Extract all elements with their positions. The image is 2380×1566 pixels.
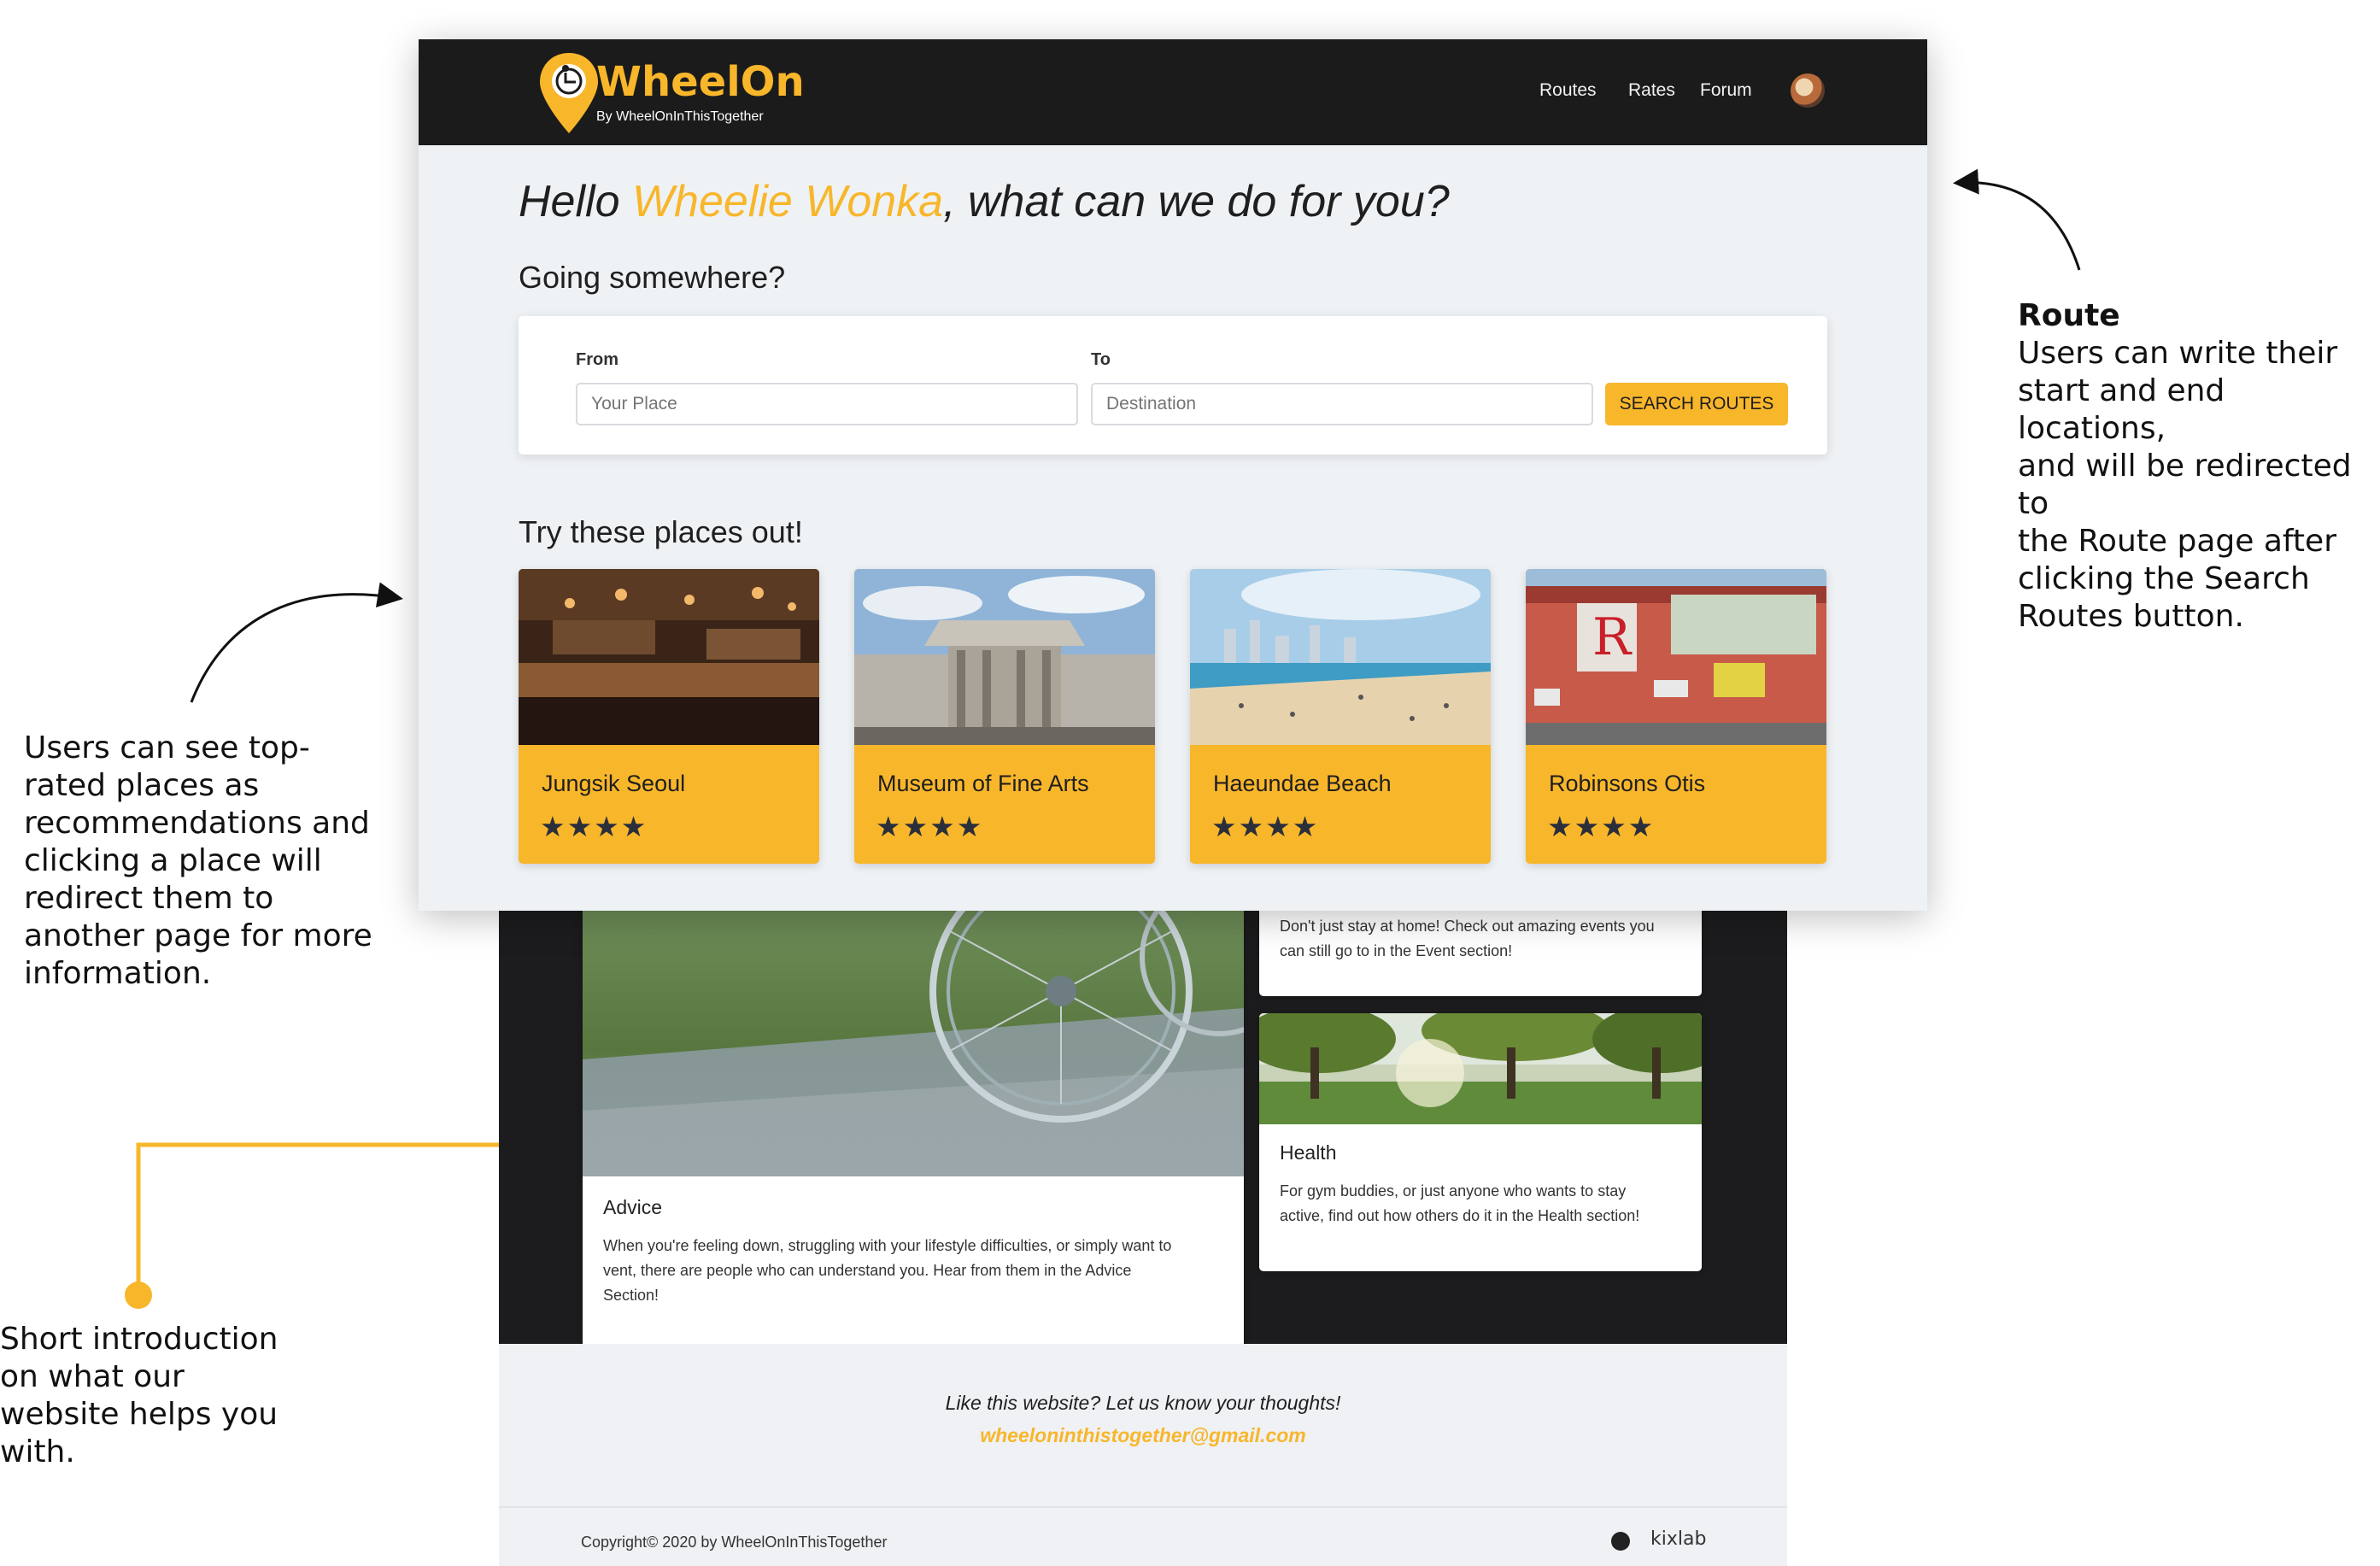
nav-routes[interactable]: Routes bbox=[1539, 80, 1597, 101]
brand-logo[interactable]: WheelOn By WheelOnInThisTogether bbox=[536, 50, 810, 138]
restaurant-photo bbox=[519, 569, 819, 745]
advice-text-line: vent, there are people who can understan… bbox=[603, 1262, 1132, 1279]
events-text-line: Don't just stay at home! Check out amazi… bbox=[1280, 918, 1655, 935]
place-card-haeundae-beach[interactable]: Haeundae Beach ★★★★ bbox=[1190, 569, 1491, 864]
kixlab-logo[interactable]: kixlab bbox=[1650, 1528, 1706, 1550]
search-routes-button[interactable]: SEARCH ROUTES bbox=[1605, 383, 1788, 425]
footer-divider bbox=[499, 1506, 1787, 1508]
health-title: Health bbox=[1280, 1141, 1337, 1164]
health-text-line: For gym buddies, or just anyone who want… bbox=[1280, 1182, 1627, 1199]
brand-name: WheelOn bbox=[596, 58, 805, 106]
user-avatar[interactable] bbox=[1791, 73, 1825, 108]
location-pin-icon bbox=[540, 53, 598, 133]
star-rating-icon: ★★★★ bbox=[1211, 810, 1320, 843]
place-name: Robinsons Otis bbox=[1549, 771, 1706, 796]
home-page-window: WheelOn By WheelOnInThisTogether Routes … bbox=[419, 39, 1927, 911]
star-rating-icon: ★★★★ bbox=[1547, 810, 1656, 843]
events-text: Don't just stay at home! Check out amazi… bbox=[1280, 914, 1690, 964]
greeting-prefix: Hello bbox=[519, 177, 632, 226]
svg-text:R: R bbox=[1592, 607, 1633, 667]
advice-card[interactable]: Advice When you're feeling down, struggl… bbox=[583, 897, 1244, 1347]
place-name: Haeundae Beach bbox=[1213, 771, 1392, 796]
places-arrow bbox=[190, 582, 403, 703]
from-label: From bbox=[576, 350, 618, 369]
place-name: Jungsik Seoul bbox=[542, 771, 686, 796]
nav-forum[interactable]: Forum bbox=[1700, 80, 1752, 101]
route-arrow bbox=[1953, 168, 2081, 271]
greeting-suffix: , what can we do for you? bbox=[943, 177, 1450, 226]
place-card-robinsons-otis[interactable]: R Robinsons Otis ★★★★ bbox=[1526, 569, 1826, 864]
user-name: Wheelie Wonka bbox=[631, 177, 944, 226]
feedback-email-link[interactable]: wheeloninthistogether@gmail.com bbox=[499, 1424, 1787, 1447]
from-input[interactable] bbox=[576, 383, 1078, 425]
advice-text-line: When you're feeling down, struggling wit… bbox=[603, 1237, 1172, 1254]
brand-tagline: By WheelOnInThisTogether bbox=[596, 109, 764, 124]
star-rating-icon: ★★★★ bbox=[540, 810, 648, 843]
health-card[interactable]: Health For gym buddies, or just anyone w… bbox=[1259, 1013, 1702, 1271]
health-text: For gym buddies, or just anyone who want… bbox=[1280, 1179, 1690, 1229]
footer: Like this website? Let us know your thou… bbox=[499, 1344, 1787, 1566]
navbar: WheelOn By WheelOnInThisTogether Routes … bbox=[419, 39, 1927, 145]
search-panel: From To SEARCH ROUTES bbox=[519, 316, 1827, 455]
feedback-prompt: Like this website? Let us know your thou… bbox=[945, 1392, 1341, 1414]
github-icon[interactable] bbox=[1611, 1532, 1630, 1551]
health-text-line: active, find out how others do it in the… bbox=[1280, 1207, 1640, 1224]
place-card-jungsik-seoul[interactable]: Jungsik Seoul ★★★★ bbox=[519, 569, 819, 864]
advice-text: When you're feeling down, struggling wit… bbox=[603, 1234, 1235, 1308]
wheelchair-photo bbox=[583, 897, 1244, 1176]
search-subtitle: Going somewhere? bbox=[519, 260, 786, 295]
to-label: To bbox=[1091, 350, 1111, 369]
to-input[interactable] bbox=[1091, 383, 1593, 425]
copyright-text: Copyright© 2020 by WheelOnInThisTogether bbox=[581, 1534, 888, 1551]
nav-rates[interactable]: Rates bbox=[1628, 80, 1675, 101]
museum-photo bbox=[854, 569, 1155, 745]
star-rating-icon: ★★★★ bbox=[876, 810, 984, 843]
place-card-museum-of-fine-arts[interactable]: Museum of Fine Arts ★★★★ bbox=[854, 569, 1155, 864]
park-photo bbox=[1259, 1013, 1702, 1124]
intro-connector-dot bbox=[125, 1282, 152, 1309]
place-name: Museum of Fine Arts bbox=[877, 771, 1089, 796]
places-heading: Try these places out! bbox=[519, 514, 803, 549]
advice-title: Advice bbox=[603, 1196, 663, 1218]
events-text-line: can still go to in the Event section! bbox=[1280, 942, 1513, 959]
mall-photo: R bbox=[1526, 569, 1826, 745]
beach-photo bbox=[1190, 569, 1491, 745]
greeting-heading: Hello Wheelie Wonka, what can we do for … bbox=[519, 176, 1450, 227]
advice-text-line: Section! bbox=[603, 1287, 659, 1304]
